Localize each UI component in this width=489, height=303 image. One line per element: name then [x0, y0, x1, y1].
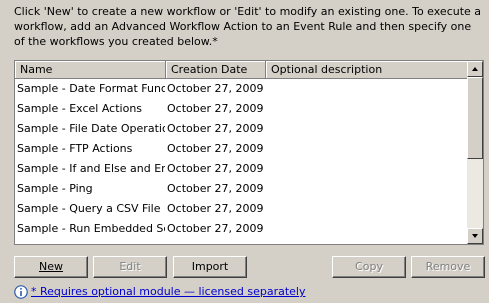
import-button-label: Import [191, 260, 229, 273]
copy-button[interactable]: Copy [332, 256, 406, 278]
edit-button[interactable]: Edit [93, 256, 167, 278]
table-row[interactable]: Sample - Ping October 27, 2009 [15, 179, 468, 199]
table-row[interactable]: Sample - FTP Actions October 27, 2009 [15, 139, 468, 159]
row-creation-date: October 27, 2009 [167, 142, 264, 155]
row-creation-date: October 27, 2009 [167, 162, 264, 175]
row-creation-date: October 27, 2009 [167, 239, 265, 244]
table-row[interactable]: Sample - File Date Operations October 27,… [15, 119, 468, 139]
row-name: Sample - If and Else and EndIf [17, 162, 165, 175]
table-row[interactable]: Sample - Date Format FunctionsOctober 27… [15, 79, 468, 99]
scroll-up-arrow-icon[interactable] [467, 61, 483, 77]
row-name: Sample - Query a CSV File [17, 202, 161, 215]
column-header-creation-date[interactable]: Creation Date [166, 61, 266, 79]
edit-button-label: Edit [119, 260, 141, 273]
row-name: Sample - File Date Operations [17, 122, 165, 135]
row-creation-date: October 27, 2009 [167, 122, 264, 135]
table-row[interactable]: Sample - If and Else and EndIfOctober 27… [15, 159, 468, 179]
table-row[interactable]: Sample - Send E-mailOctober 27, 2009 [15, 239, 468, 244]
row-creation-date: October 27, 2009 [167, 182, 264, 195]
list-rows: Sample - Date Format FunctionsOctober 27… [15, 79, 468, 244]
row-name: Sample - Date Format Functions [17, 82, 165, 95]
table-row[interactable]: Sample - Run Embedded ScriptOctober 27, … [15, 219, 468, 239]
import-button[interactable]: Import [173, 256, 247, 278]
list-header: Name Creation Date Optional description [15, 61, 468, 79]
new-button-label: New [39, 260, 63, 273]
copy-button-label: Copy [355, 260, 383, 273]
scrollbar-thumb[interactable] [467, 77, 483, 159]
table-row[interactable]: Sample - Excel Actions October 27, 2009 [15, 99, 468, 119]
optional-module-note-link[interactable]: * Requires optional module — licensed se… [31, 284, 306, 300]
remove-button[interactable]: Remove [411, 256, 485, 278]
workflow-list[interactable]: Name Creation Date Optional description … [14, 60, 484, 245]
table-row[interactable]: Sample - Query a CSV File October 27, 200… [15, 199, 468, 219]
row-creation-date: October 27, 2009 [167, 222, 264, 235]
row-name: Sample - Run Embedded Script [17, 222, 165, 235]
instructions-text: Click 'New' to create a new workflow or … [14, 5, 482, 48]
row-creation-date: October 27, 2009 [167, 202, 264, 215]
row-name: Sample - Send E-mail [17, 239, 165, 244]
scroll-down-arrow-icon[interactable] [467, 228, 483, 244]
row-creation-date: October 27, 2009 [167, 102, 264, 115]
row-name: Sample - Excel Actions [17, 102, 143, 115]
info-icon [14, 285, 28, 299]
row-name: Sample - Ping [17, 182, 93, 195]
new-button[interactable]: New [14, 256, 88, 278]
vertical-scrollbar[interactable] [467, 61, 483, 244]
remove-button-label: Remove [425, 260, 471, 273]
row-creation-date: October 27, 2009 [167, 82, 264, 95]
column-header-description[interactable]: Optional description [266, 61, 468, 79]
column-header-name[interactable]: Name [15, 61, 166, 79]
row-name: Sample - FTP Actions [17, 142, 133, 155]
